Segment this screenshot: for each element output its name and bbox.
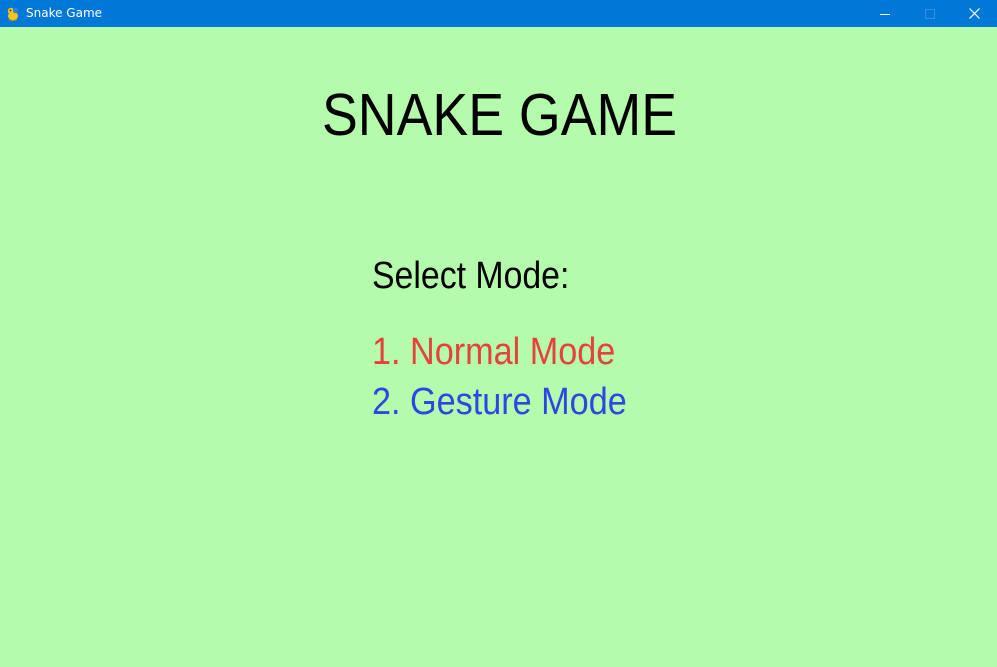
game-canvas[interactable]: SNAKE GAME Select Mode: 1. Normal Mode 2… <box>0 27 997 667</box>
gesture-mode-option[interactable]: 2. Gesture Mode <box>372 379 627 425</box>
window-title: Snake Game <box>26 6 103 20</box>
game-title: SNAKE GAME <box>322 82 678 148</box>
close-icon <box>969 8 980 19</box>
pygame-snake-icon <box>5 6 21 22</box>
title-bar[interactable]: Snake Game <box>0 0 997 27</box>
window-controls <box>862 0 997 27</box>
normal-mode-option[interactable]: 1. Normal Mode <box>372 329 615 375</box>
maximize-icon <box>924 8 935 19</box>
game-window: Snake Game SNAKE GAME Select Mode: 1. No… <box>0 0 997 667</box>
close-button[interactable] <box>952 0 997 27</box>
minimize-icon <box>879 9 890 19</box>
maximize-button[interactable] <box>907 0 952 27</box>
minimize-button[interactable] <box>862 0 907 27</box>
select-mode-label: Select Mode: <box>372 255 570 297</box>
